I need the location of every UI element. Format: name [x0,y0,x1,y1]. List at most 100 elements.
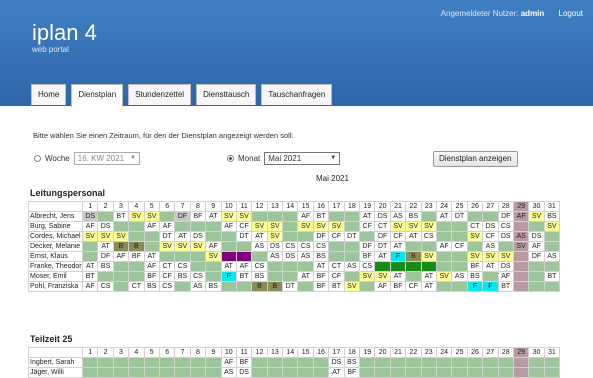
shift-cell[interactable]: CT [328,261,345,272]
employee-name[interactable]: Pohl, Franziska [28,281,83,292]
shift-cell[interactable]: CS [497,221,514,232]
shift-cell[interactable]: AF [158,221,176,232]
shift-cell[interactable] [420,211,437,222]
shift-cell[interactable] [420,261,437,272]
shift-cell[interactable]: SV [220,211,237,222]
shift-cell[interactable]: DT [451,211,468,222]
shift-cell[interactable]: BF [189,211,207,222]
shift-cell[interactable]: DF [497,211,514,222]
shift-cell[interactable]: SV [174,241,191,252]
shift-cell[interactable] [235,251,253,262]
shift-cell[interactable] [128,261,145,272]
shift-cell[interactable]: AT [389,241,407,252]
shift-cell[interactable]: AT [81,261,99,272]
shift-cell[interactable]: AT [420,281,437,292]
shift-cell[interactable]: AS [343,261,361,272]
shift-cell[interactable] [512,367,530,378]
shift-cell[interactable] [128,221,145,232]
shift-cell[interactable]: BF [235,357,253,368]
shift-cell[interactable]: SV [512,241,530,252]
shift-cell[interactable] [451,251,468,262]
show-plan-button[interactable]: Dienstplan anzeigen [433,151,518,167]
shift-cell[interactable] [189,261,207,272]
shift-cell[interactable] [512,281,530,292]
shift-cell[interactable] [112,357,130,368]
shift-cell[interactable] [328,251,345,262]
shift-cell[interactable] [435,261,453,272]
week-radio[interactable] [34,155,41,162]
shift-cell[interactable] [205,357,222,368]
shift-cell[interactable]: DT [235,231,253,242]
shift-cell[interactable] [251,251,268,262]
shift-cell[interactable]: DS [497,231,514,242]
shift-cell[interactable] [220,231,237,242]
shift-cell[interactable] [297,357,314,368]
shift-cell[interactable]: CS [297,241,314,252]
shift-cell[interactable]: BS [97,261,114,272]
shift-cell[interactable] [482,367,499,378]
shift-cell[interactable] [482,357,499,368]
shift-cell[interactable] [297,231,314,242]
shift-cell[interactable]: CS [158,281,176,292]
shift-cell[interactable] [497,241,514,252]
logout-link[interactable]: Logout [559,9,583,18]
shift-cell[interactable] [497,367,514,378]
shift-cell[interactable]: DF [528,251,545,262]
shift-cell[interactable]: SV [343,281,361,292]
week-option[interactable]: Woche 16. KW 2021 ▼ [34,152,140,165]
shift-cell[interactable] [174,251,191,262]
employee-name[interactable]: Franke, Theodor [28,261,83,272]
shift-cell[interactable] [466,211,484,222]
shift-cell[interactable]: BS [312,251,330,262]
shift-cell[interactable]: AF [435,241,453,252]
shift-cell[interactable]: SV [420,221,437,232]
shift-cell[interactable] [282,261,299,272]
shift-cell[interactable] [512,221,530,232]
shift-cell[interactable] [543,367,561,378]
shift-cell[interactable] [512,357,530,368]
shift-cell[interactable]: BS [466,271,484,282]
shift-cell[interactable]: AF [220,357,237,368]
shift-cell[interactable] [482,211,499,222]
shift-cell[interactable] [312,357,330,368]
shift-cell[interactable]: AF [374,281,391,292]
shift-cell[interactable]: AF [81,221,99,232]
shift-cell[interactable]: BT [497,281,514,292]
tab-diensttausch[interactable]: Diensttausch [196,84,257,105]
shift-cell[interactable] [482,271,499,282]
shift-cell[interactable] [112,281,130,292]
month-option[interactable]: Monat Mai 2021 ▼ [227,152,341,165]
shift-cell[interactable] [435,231,453,242]
shift-cell[interactable]: SV [312,221,330,232]
shift-cell[interactable]: CF [389,231,407,242]
shift-cell[interactable] [158,251,176,262]
shift-cell[interactable] [235,281,253,292]
shift-cell[interactable] [81,357,99,368]
shift-cell[interactable]: SV [205,251,222,262]
shift-cell[interactable] [220,281,237,292]
shift-cell[interactable] [389,367,407,378]
shift-cell[interactable]: AS [482,241,499,252]
shift-cell[interactable]: BT [543,271,561,282]
shift-cell[interactable]: AT [374,251,391,262]
shift-cell[interactable] [266,357,284,368]
shift-cell[interactable] [235,241,253,252]
shift-cell[interactable] [328,211,345,222]
shift-cell[interactable]: CF [359,221,376,232]
tab-home[interactable]: Home [31,84,67,105]
shift-cell[interactable]: SV [435,271,453,282]
shift-cell[interactable]: AS [451,271,468,282]
shift-cell[interactable] [435,221,453,232]
shift-cell[interactable] [343,271,361,282]
shift-cell[interactable] [451,357,468,368]
shift-cell[interactable]: BF [389,281,407,292]
shift-cell[interactable] [282,271,299,282]
shift-cell[interactable] [174,221,191,232]
shift-cell[interactable]: SV [251,221,268,232]
shift-cell[interactable] [97,211,114,222]
shift-cell[interactable] [343,241,361,252]
shift-cell[interactable] [528,367,545,378]
shift-cell[interactable]: SV [528,211,545,222]
shift-cell[interactable] [112,367,130,378]
shift-cell[interactable] [343,221,361,232]
